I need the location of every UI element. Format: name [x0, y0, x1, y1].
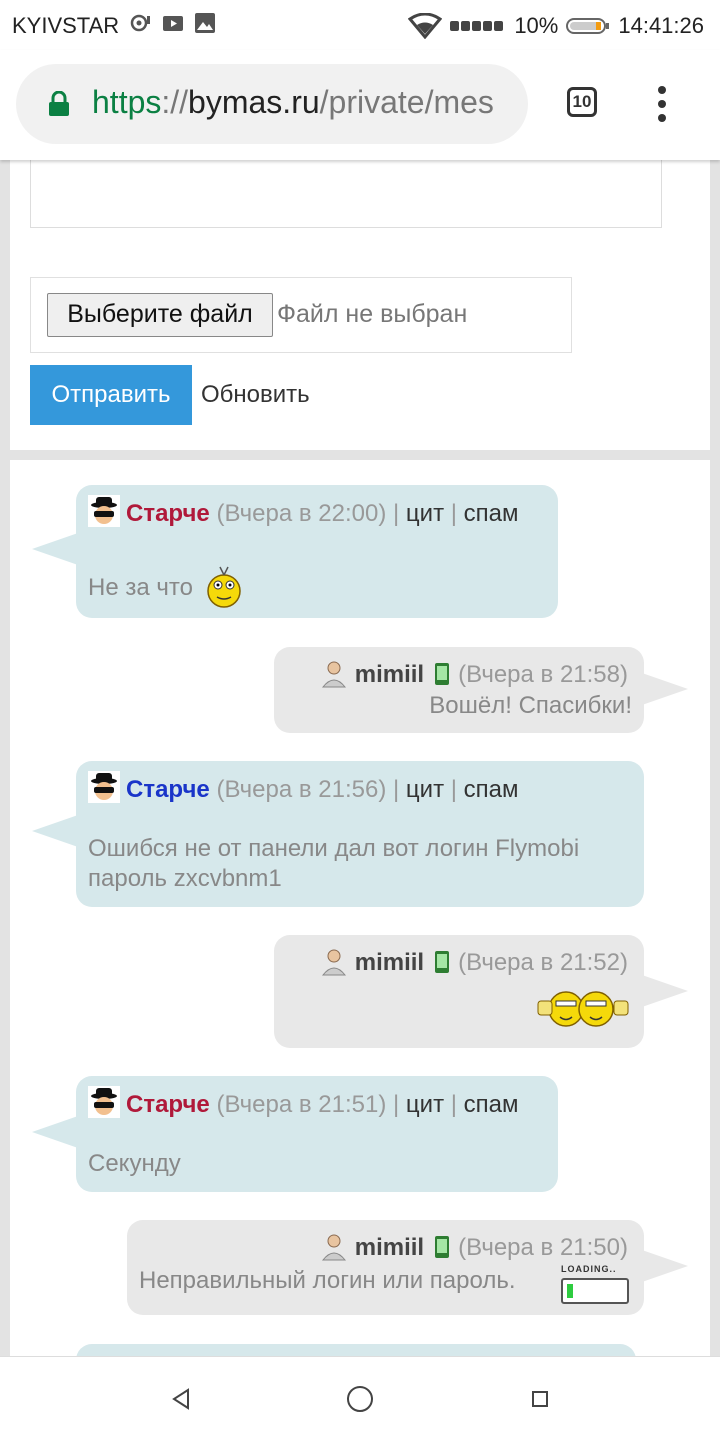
message-item: Старче (Вчера в 22:00) | цит | спам Не з…: [32, 485, 558, 618]
tab-switcher-button[interactable]: 10: [567, 87, 597, 117]
message-time: (Вчера в 22:00): [216, 500, 387, 527]
address-bar[interactable]: https://bymas.ru/private/mes: [16, 64, 528, 144]
loading-text: LOADING..: [561, 1264, 617, 1274]
message-time: (Вчера в 21:50): [458, 1234, 628, 1261]
message-header: mimiil (Вчера в 21:52): [319, 946, 628, 977]
message-time: (Вчера в 21:56): [216, 776, 387, 803]
file-input: Выберите файл Файл не выбран: [30, 277, 572, 353]
spy-avatar-icon: [88, 1086, 120, 1118]
message-time: (Вчера в 21:51): [216, 1091, 387, 1118]
message-header: Старче (Вчера в 21:56) | цит | спам: [88, 771, 519, 804]
message-header: mimiil (Вчера в 21:50): [319, 1231, 628, 1262]
file-status: Файл не выбран: [277, 300, 468, 328]
message-author[interactable]: mimiil: [355, 661, 424, 688]
mobile-phone-icon: [435, 951, 450, 973]
user-avatar-icon: [321, 661, 346, 688]
spam-link[interactable]: спам: [464, 1091, 519, 1118]
message-header: Старче (Вчера в 21:51) | цит | спам: [88, 1086, 519, 1119]
status-right: 10% 14:41:26: [408, 13, 704, 39]
message-form: Выберите файл Файл не выбран Отправить О…: [10, 150, 710, 450]
quote-link[interactable]: цит: [406, 500, 444, 527]
message-body: Вошёл! Спасибки!: [429, 691, 632, 721]
message-author[interactable]: mimiil: [355, 1234, 424, 1261]
recents-icon[interactable]: [531, 1390, 549, 1408]
spy-avatar-icon: [88, 771, 120, 803]
message-body: Неправильный логин или пароль.: [139, 1266, 516, 1296]
gallery-icon: [195, 13, 215, 33]
send-button[interactable]: Отправить: [30, 365, 192, 425]
message-body: Ошибся не от панели дал вот логин Flymob…: [88, 834, 579, 894]
message-item: mimiil (Вчера в 21:58) Вошёл! Спасибки!: [274, 647, 688, 733]
message-text: Секунду: [88, 1150, 181, 1177]
carrier-name: KYIVSTAR: [12, 13, 120, 38]
message-item: Старче (Вчера в 21:51) | цит | спам Секу…: [32, 1076, 558, 1192]
mobile-phone-icon: [435, 663, 450, 685]
notification-icons: [130, 12, 216, 34]
system-navigation-bar: [0, 1356, 720, 1441]
url-scheme: https: [92, 84, 162, 120]
spam-link[interactable]: спам: [464, 500, 519, 527]
lock-icon: [49, 91, 69, 116]
refresh-link[interactable]: Обновить: [201, 381, 310, 409]
spam-link[interactable]: спам: [464, 776, 519, 803]
message-text: Не за что: [88, 574, 193, 601]
quote-link[interactable]: цит: [406, 1091, 444, 1118]
message-time: (Вчера в 21:52): [458, 949, 628, 976]
quote-link[interactable]: цит: [406, 776, 444, 803]
spy-avatar-icon: [88, 495, 120, 527]
wifi-icon: [408, 13, 443, 39]
message-text: пароль zxcvbnm1: [88, 865, 282, 892]
hotspot-icon: [130, 14, 150, 32]
message-body: Не за что: [88, 565, 244, 609]
message-time: (Вчера в 21:58): [458, 661, 628, 688]
choose-file-button[interactable]: Выберите файл: [47, 293, 273, 337]
url-path: /private/mes: [319, 84, 494, 120]
message-author[interactable]: Старче: [126, 776, 210, 803]
home-icon[interactable]: [346, 1385, 374, 1413]
message-header: mimiil (Вчера в 21:58): [319, 658, 628, 689]
message-body: Секунду: [88, 1149, 181, 1179]
smiley-icon: [206, 566, 241, 608]
user-avatar-icon: [321, 949, 346, 976]
message-textarea[interactable]: [30, 150, 662, 228]
message-item: mimiil (Вчера в 21:52): [274, 935, 688, 1048]
browser-toolbar: https://bymas.ru/private/mes 10: [0, 50, 720, 160]
drinking-smileys-icon: [537, 991, 629, 1027]
chat-panel: Старче (Вчера в 22:00) | цит | спам Не з…: [10, 460, 710, 1370]
message-item: mimiil (Вчера в 21:50) Неправильный логин…: [127, 1220, 688, 1315]
message-item: Старче (Вчера в 21:56) | цит | спам Ошиб…: [32, 761, 644, 907]
message-text: Вошёл! Спасибки!: [429, 692, 632, 719]
mobile-phone-icon: [435, 1236, 450, 1258]
status-bar: KYIVSTAR 10% 14:41:26: [0, 0, 720, 50]
url-host: bymas.ru: [188, 84, 320, 120]
message-author[interactable]: Старче: [126, 500, 210, 527]
back-icon[interactable]: [170, 1387, 192, 1411]
battery-percent: 10%: [514, 13, 559, 38]
message-author[interactable]: mimiil: [355, 949, 424, 976]
user-avatar-icon: [321, 1234, 346, 1261]
message-text: Ошибся не от панели дал вот логин Flymob…: [88, 835, 580, 862]
url-text: https://bymas.ru/private/mes: [92, 84, 494, 121]
message-text: Неправильный логин или пароль.: [139, 1267, 516, 1294]
loading-sticker-icon: LOADING..: [561, 1264, 631, 1304]
message-author[interactable]: Старче: [126, 1091, 210, 1118]
clock: 14:41:26: [618, 13, 704, 38]
youtube-icon: [163, 16, 183, 31]
message-header: Старче (Вчера в 22:00) | цит | спам: [88, 495, 519, 528]
overflow-menu-button[interactable]: [650, 86, 674, 122]
signal-icon: [450, 21, 504, 31]
battery-icon: [566, 18, 610, 34]
url-separator: ://: [161, 84, 189, 120]
